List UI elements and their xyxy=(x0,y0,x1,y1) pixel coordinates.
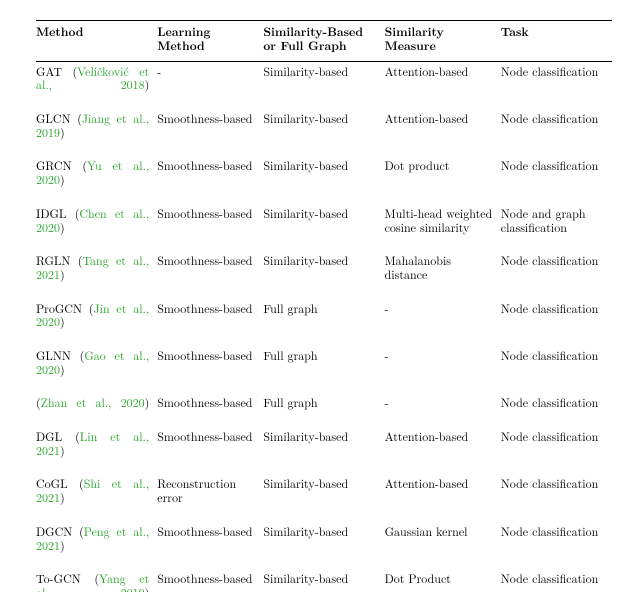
cell-task: Node classifica­tion xyxy=(501,251,612,298)
table-row: DGCN (Peng et al., 2021)Smoothness-based… xyxy=(36,522,612,569)
cell-method: GLNN (Gao et al., 2020) xyxy=(36,346,157,393)
cell-measure: - xyxy=(385,346,501,393)
cell-simfull: Full graph xyxy=(263,393,384,427)
cell-simfull: Similarity-based xyxy=(263,522,384,569)
cell-measure: - xyxy=(385,299,501,346)
cell-measure: Dot Product xyxy=(385,569,501,592)
cell-learning: - xyxy=(157,61,263,109)
cell-measure: - xyxy=(385,393,501,427)
cell-task: Node classifica­tion xyxy=(501,474,612,521)
cell-measure: Multi-head weighted cosine similarity xyxy=(385,204,501,251)
header-learning: Learning Method xyxy=(157,21,263,62)
cell-method: ProGCN (Jin et al., 2020) xyxy=(36,299,157,346)
cell-task: Node classifica­tion xyxy=(501,61,612,109)
cell-learning: Smoothness-based xyxy=(157,299,263,346)
cell-method: To-GCN (Yang et al., 2019) xyxy=(36,569,157,592)
cell-learning: Smoothness-based xyxy=(157,427,263,474)
cell-task: Node classifica­tion xyxy=(501,109,612,156)
cell-learning: Smoothness-based xyxy=(157,346,263,393)
cell-method: RGLN (Tang et al., 2021) xyxy=(36,251,157,298)
cell-method: IDGL (Chen et al., 2020) xyxy=(36,204,157,251)
cell-task: Node classifica­tion xyxy=(501,346,612,393)
cell-method: CoGL (Shi et al., 2021) xyxy=(36,474,157,521)
table-row: RGLN (Tang et al., 2021)Smoothness-based… xyxy=(36,251,612,298)
cell-measure: Dot product xyxy=(385,156,501,203)
cell-learning: Smoothness-based xyxy=(157,393,263,427)
table-row: (Zhan et al., 2020)Smoothness-basedFull … xyxy=(36,393,612,427)
header-row: Method Learning Method Similarity-Based … xyxy=(36,21,612,62)
cell-learning: Smoothness-based xyxy=(157,522,263,569)
table-row: IDGL (Chen et al., 2020)Smoothness-based… xyxy=(36,204,612,251)
table-row: To-GCN (Yang et al., 2019)Smoothness-bas… xyxy=(36,569,612,592)
cell-task: Node classifica­tion xyxy=(501,299,612,346)
table-row: GAT (Veličković et al., 2018)-Similarity… xyxy=(36,61,612,109)
header-simfull: Similarity-Based or Full Graph xyxy=(263,21,384,62)
cell-method: DGCN (Peng et al., 2021) xyxy=(36,522,157,569)
cell-task: Node classifica­tion xyxy=(501,393,612,427)
cell-simfull: Full graph xyxy=(263,299,384,346)
cell-simfull: Similarity-based xyxy=(263,427,384,474)
citation-link[interactable]: Zhan et al., 2020 xyxy=(41,394,145,411)
cell-simfull: Similarity-based xyxy=(263,61,384,109)
cell-task: Node classifica­tion xyxy=(501,156,612,203)
header-method: Method xyxy=(36,21,157,62)
cell-measure: Attention-based xyxy=(385,474,501,521)
header-measure: Similarity Measure xyxy=(385,21,501,62)
cell-simfull: Similarity-based xyxy=(263,474,384,521)
cell-method: GRCN (Yu et al., 2020) xyxy=(36,156,157,203)
cell-learning: Smoothness-based xyxy=(157,109,263,156)
cell-measure: Attention-based xyxy=(385,61,501,109)
table-row: ProGCN (Jin et al., 2020)Smoothness-base… xyxy=(36,299,612,346)
cell-measure: Mahalanobis distance xyxy=(385,251,501,298)
cell-simfull: Similarity-based xyxy=(263,109,384,156)
cell-learning: Smoothness-based xyxy=(157,204,263,251)
cell-method: (Zhan et al., 2020) xyxy=(36,393,157,427)
table-row: GRCN (Yu et al., 2020)Smoothness-basedSi… xyxy=(36,156,612,203)
cell-method: DGL (Lin et al., 2021) xyxy=(36,427,157,474)
cell-task: Node classifica­tion xyxy=(501,522,612,569)
table-row: GLCN (Jiang et al., 2019)Smoothness-base… xyxy=(36,109,612,156)
cell-simfull: Similarity-based xyxy=(263,251,384,298)
cell-learning: Reconstruction error xyxy=(157,474,263,521)
header-task: Task xyxy=(501,21,612,62)
table-row: DGL (Lin et al., 2021)Smoothness-basedSi… xyxy=(36,427,612,474)
cell-learning: Smoothness-based xyxy=(157,569,263,592)
cell-learning: Smoothness-based xyxy=(157,156,263,203)
cell-simfull: Similarity-based xyxy=(263,156,384,203)
table-row: GLNN (Gao et al., 2020)Smoothness-basedF… xyxy=(36,346,612,393)
cell-task: Node classifica­tion xyxy=(501,569,612,592)
cell-learning: Smoothness-based xyxy=(157,251,263,298)
cell-method: GLCN (Jiang et al., 2019) xyxy=(36,109,157,156)
comparison-table: Method Learning Method Similarity-Based … xyxy=(36,20,612,592)
cell-method: GAT (Veličković et al., 2018) xyxy=(36,61,157,109)
cell-task: Node and graph classification xyxy=(501,204,612,251)
cell-simfull: Similarity-based xyxy=(263,204,384,251)
cell-simfull: Full graph xyxy=(263,346,384,393)
cell-measure: Attention-based xyxy=(385,109,501,156)
table-row: CoGL (Shi et al., 2021)Reconstruction er… xyxy=(36,474,612,521)
cell-measure: Attention-based xyxy=(385,427,501,474)
cell-simfull: Similarity-based xyxy=(263,569,384,592)
cell-measure: Gaussian kernel xyxy=(385,522,501,569)
cell-task: Node classifica­tion xyxy=(501,427,612,474)
